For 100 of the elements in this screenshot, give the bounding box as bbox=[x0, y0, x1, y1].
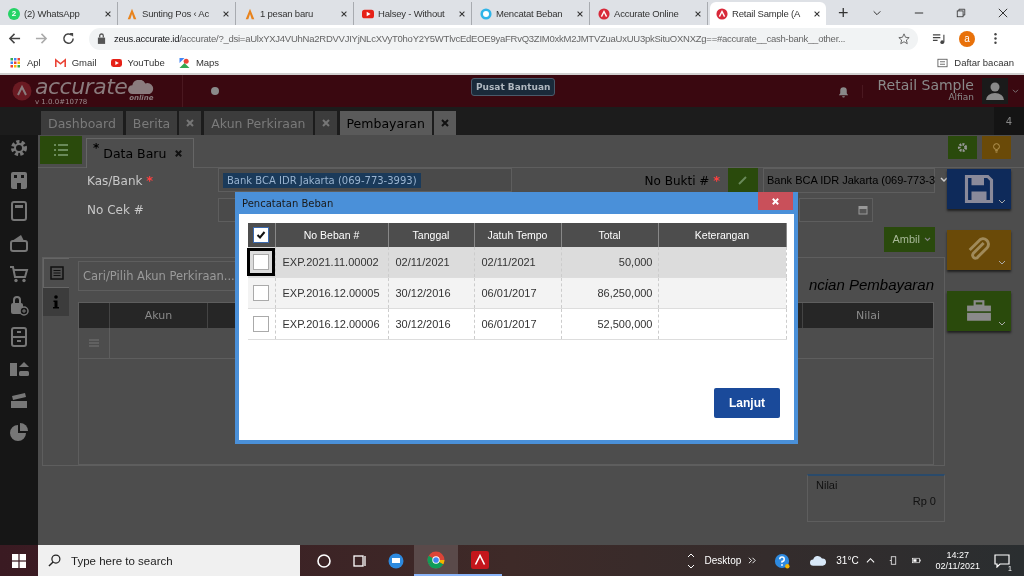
edit-button[interactable] bbox=[728, 167, 758, 193]
save-button[interactable] bbox=[947, 169, 1011, 209]
continue-button[interactable]: Lanjut bbox=[714, 388, 780, 418]
row-checkbox[interactable] bbox=[253, 316, 270, 332]
settings-button[interactable] bbox=[948, 135, 977, 159]
tab-count-button[interactable]: 4 bbox=[994, 107, 1024, 135]
table-cell: 30/12/2016 bbox=[388, 277, 474, 309]
column-header: Jatuh Tempo bbox=[474, 223, 561, 247]
device-icon[interactable] bbox=[888, 556, 898, 565]
close-icon[interactable] bbox=[222, 9, 230, 18]
reading-list-link[interactable]: Daftar bacaan bbox=[954, 57, 1014, 68]
ambil-button[interactable]: Ambil bbox=[884, 226, 935, 252]
forward-icon[interactable] bbox=[35, 32, 48, 45]
close-icon[interactable] bbox=[340, 9, 348, 18]
task-view-icon[interactable] bbox=[352, 552, 368, 569]
caret-icon[interactable] bbox=[998, 199, 1006, 205]
kas-bank-field[interactable]: Bank BCA IDR Jakarta (069-773-3993) bbox=[218, 168, 512, 192]
new-tab-button[interactable]: + bbox=[838, 3, 849, 23]
cortana-icon[interactable] bbox=[316, 552, 332, 569]
expense-row[interactable]: EXP.2016.12.00006 30/12/2016 06/01/2017 52,500,000 bbox=[248, 308, 786, 340]
pencil-icon[interactable] bbox=[737, 174, 749, 186]
wallet-icon[interactable] bbox=[9, 232, 29, 253]
save-icon[interactable] bbox=[964, 174, 994, 204]
bookmark-link[interactable]: Gmail bbox=[71, 57, 97, 68]
tab-title: Accurate Online bbox=[614, 8, 679, 19]
bookmark-link[interactable]: Maps bbox=[195, 57, 220, 68]
pen-icon bbox=[244, 7, 256, 20]
play-icon bbox=[110, 57, 122, 68]
bell-icon[interactable] bbox=[837, 84, 864, 98]
gear-icon[interactable] bbox=[957, 141, 968, 153]
bag-icon[interactable] bbox=[9, 295, 29, 316]
mail-icon bbox=[54, 57, 66, 68]
close-icon[interactable] bbox=[576, 9, 584, 18]
list-button[interactable] bbox=[40, 136, 82, 164]
kas-bank-label: Kas/Bank * bbox=[86, 172, 155, 188]
date-field[interactable] bbox=[799, 198, 873, 222]
close-button[interactable] bbox=[758, 192, 793, 210]
close-icon[interactable] bbox=[998, 8, 1008, 18]
browser-tab[interactable]: Retail Sample (A bbox=[710, 2, 826, 25]
map-pin-icon bbox=[178, 57, 190, 68]
reading-list-icon bbox=[937, 57, 949, 68]
chevron-down-icon[interactable] bbox=[872, 8, 882, 18]
help-icon[interactable] bbox=[774, 552, 791, 569]
playlist-icon[interactable] bbox=[932, 32, 945, 45]
back-icon[interactable] bbox=[8, 32, 21, 45]
pie-chart-icon[interactable] bbox=[9, 421, 29, 442]
caret-icon[interactable] bbox=[998, 321, 1006, 327]
list-icon[interactable] bbox=[53, 143, 69, 157]
close-icon[interactable] bbox=[694, 9, 702, 18]
user-avatar[interactable] bbox=[982, 78, 1008, 104]
cart-icon[interactable] bbox=[9, 264, 29, 284]
cabinet-icon[interactable] bbox=[9, 327, 29, 347]
bookmark-link[interactable]: Apl bbox=[27, 57, 41, 68]
search-icon bbox=[48, 554, 61, 567]
expense-row[interactable]: EXP.2021.11.00002 02/11/2021 02/11/2021 50,000 bbox=[248, 247, 786, 278]
star-icon[interactable] bbox=[898, 32, 910, 45]
lightbulb-icon[interactable] bbox=[991, 141, 1002, 153]
column-header: Nilai bbox=[854, 308, 882, 324]
cloud-icon bbox=[128, 80, 155, 94]
calendar-icon[interactable] bbox=[858, 205, 868, 215]
table-cell: 06/01/2017 bbox=[474, 277, 561, 309]
battery-icon bbox=[911, 556, 921, 565]
table-cell: 50,000 bbox=[561, 247, 658, 278]
bookmark-link[interactable]: YouTube bbox=[127, 57, 165, 68]
chevron-up-icon[interactable] bbox=[865, 556, 875, 565]
close-icon[interactable] bbox=[104, 9, 112, 18]
list-tab[interactable] bbox=[43, 258, 69, 288]
reload-icon[interactable] bbox=[62, 32, 75, 45]
row-checkbox[interactable] bbox=[253, 285, 270, 301]
building-icon[interactable] bbox=[9, 169, 29, 190]
briefcase-icon[interactable] bbox=[966, 300, 992, 322]
screen-app-icon[interactable] bbox=[388, 552, 404, 569]
help-button[interactable]: Pusat Bantuan bbox=[471, 78, 556, 96]
gear-icon[interactable] bbox=[9, 138, 29, 158]
play-icon bbox=[362, 7, 374, 20]
expense-row[interactable]: EXP.2016.12.00005 30/12/2016 06/01/2017 86,250,000 bbox=[248, 277, 786, 309]
table-cell: 02/11/2021 bbox=[474, 247, 561, 278]
calculator-icon[interactable] bbox=[9, 201, 29, 221]
attach-button[interactable] bbox=[947, 230, 1011, 270]
restore-icon[interactable] bbox=[956, 8, 966, 18]
table-cell: 06/01/2017 bbox=[474, 308, 561, 340]
chevron-double-icon[interactable] bbox=[748, 556, 758, 565]
logo-icon bbox=[716, 7, 728, 20]
clock-time[interactable]: 14:27 bbox=[946, 549, 970, 561]
table-cell: EXP.2016.12.00005 bbox=[275, 277, 388, 309]
address-bar[interactable]: zeus.accurate.id/accurate/?_dsi=aUlxYXJ4VUhNa2RDVVJIYjNLcXVyT0hoY2Y5WTlvcEdEOE9yaFRvQ3ZIM0xkM2JMTVZuaUxUU3pkSituOXNXZg==#accurate__cash-bank__other... bbox=[89, 27, 918, 50]
chat-icon: 2 bbox=[8, 7, 20, 20]
browser-app-icon[interactable] bbox=[414, 545, 458, 576]
document-icon[interactable] bbox=[49, 266, 64, 280]
taskbar-search-field[interactable]: Type here to search bbox=[38, 545, 300, 576]
briefcase-button[interactable] bbox=[947, 291, 1011, 331]
tab-title: Sunting Pos ‹ Ac bbox=[142, 8, 210, 19]
start-icon[interactable] bbox=[12, 553, 26, 568]
clock-date[interactable]: 02/11/2021 bbox=[935, 560, 980, 572]
close-icon[interactable] bbox=[813, 9, 821, 18]
desktop-toolbar[interactable]: Desktop bbox=[704, 555, 742, 566]
caret-icon[interactable] bbox=[940, 177, 949, 183]
column-header: Keterangan bbox=[658, 223, 786, 247]
close-icon[interactable] bbox=[458, 9, 466, 18]
bank-tag: Bank BCA IDR Jakarta (069-773-3993) bbox=[223, 172, 421, 188]
